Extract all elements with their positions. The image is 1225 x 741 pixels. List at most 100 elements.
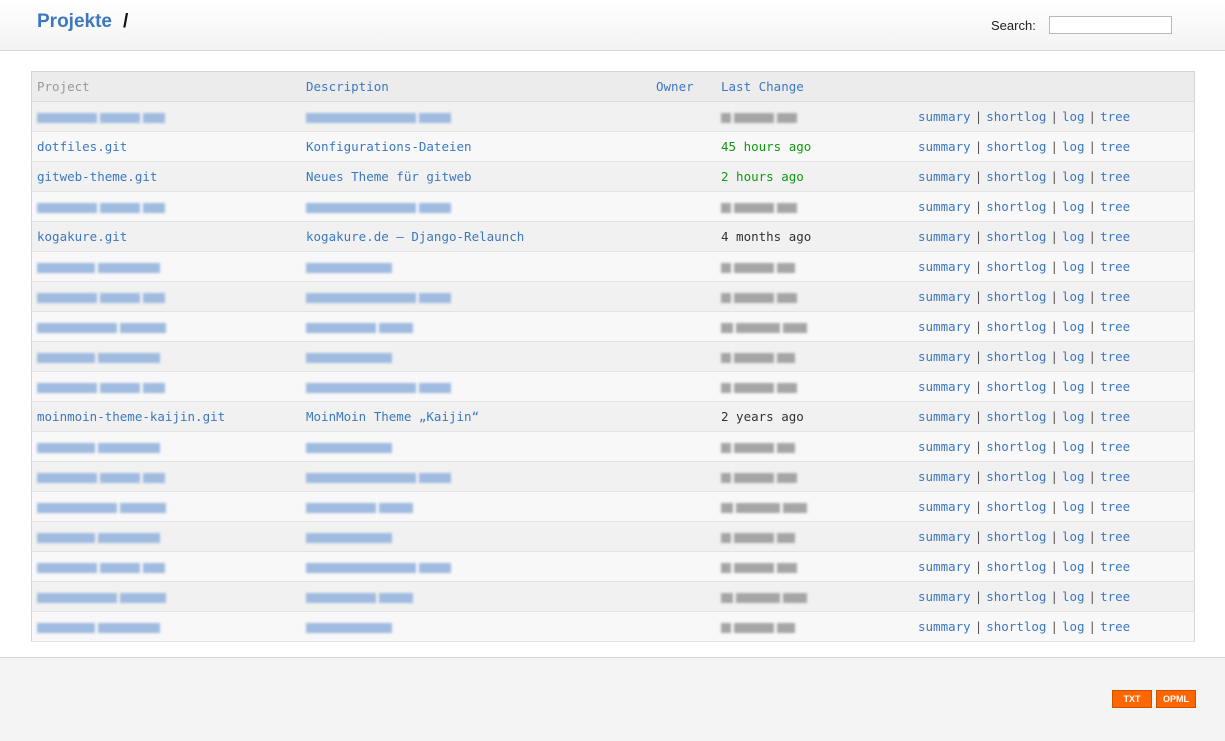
action-link-tree[interactable]: tree: [1100, 169, 1130, 184]
action-link-shortlog[interactable]: shortlog: [986, 619, 1046, 634]
action-link-log[interactable]: log: [1062, 589, 1085, 604]
action-link-log[interactable]: log: [1062, 559, 1085, 574]
action-link-log[interactable]: log: [1062, 109, 1085, 124]
action-link-summary[interactable]: summary: [918, 199, 971, 214]
action-separator: |: [1088, 589, 1097, 604]
action-separator: |: [974, 109, 983, 124]
action-separator: |: [1050, 439, 1058, 454]
action-link-summary[interactable]: summary: [918, 109, 971, 124]
action-link-summary[interactable]: summary: [918, 169, 971, 184]
action-link-summary[interactable]: summary: [918, 469, 971, 484]
action-link-log[interactable]: log: [1062, 409, 1085, 424]
project-description-link[interactable]: kogakure.de – Django-Relaunch: [306, 229, 524, 244]
action-link-summary[interactable]: summary: [918, 379, 971, 394]
action-link-summary[interactable]: summary: [918, 439, 971, 454]
action-link-log[interactable]: log: [1062, 529, 1085, 544]
action-link-log[interactable]: log: [1062, 319, 1085, 334]
opml-feed-button[interactable]: OPML: [1156, 690, 1196, 708]
action-link-shortlog[interactable]: shortlog: [986, 319, 1046, 334]
action-link-summary[interactable]: summary: [918, 259, 971, 274]
redacted-project-name: [37, 110, 168, 125]
action-link-log[interactable]: log: [1062, 469, 1085, 484]
action-link-tree[interactable]: tree: [1100, 619, 1130, 634]
action-link-shortlog[interactable]: shortlog: [986, 139, 1046, 154]
action-link-log[interactable]: log: [1062, 169, 1085, 184]
column-header-last-change[interactable]: Last Change: [716, 71, 862, 102]
last-change-age: 45 hours ago: [721, 139, 812, 154]
action-link-tree[interactable]: tree: [1100, 409, 1130, 424]
project-link[interactable]: gitweb-theme.git: [37, 169, 157, 184]
action-link-tree[interactable]: tree: [1100, 589, 1130, 604]
action-link-summary[interactable]: summary: [918, 559, 971, 574]
action-link-tree[interactable]: tree: [1100, 469, 1130, 484]
action-link-summary[interactable]: summary: [918, 349, 971, 364]
project-description-link[interactable]: Konfigurations-Dateien: [306, 139, 472, 154]
action-link-shortlog[interactable]: shortlog: [986, 439, 1046, 454]
action-link-tree[interactable]: tree: [1100, 379, 1130, 394]
action-link-log[interactable]: log: [1062, 349, 1085, 364]
action-link-shortlog[interactable]: shortlog: [986, 499, 1046, 514]
action-link-log[interactable]: log: [1062, 229, 1085, 244]
owner-cell: [651, 281, 716, 312]
action-link-summary[interactable]: summary: [918, 499, 971, 514]
action-link-shortlog[interactable]: shortlog: [986, 109, 1046, 124]
txt-feed-button[interactable]: TXT: [1112, 690, 1152, 708]
column-header-owner[interactable]: Owner: [651, 71, 716, 102]
action-link-log[interactable]: log: [1062, 439, 1085, 454]
projects-home-link[interactable]: Projekte: [37, 11, 112, 33]
search-input[interactable]: [1049, 16, 1172, 34]
action-link-summary[interactable]: summary: [918, 409, 971, 424]
action-link-shortlog[interactable]: shortlog: [986, 259, 1046, 274]
action-link-tree[interactable]: tree: [1100, 139, 1130, 154]
action-separator: |: [1088, 619, 1097, 634]
redacted-description: [306, 620, 395, 635]
action-link-tree[interactable]: tree: [1100, 289, 1130, 304]
project-link[interactable]: moinmoin-theme-kaijin.git: [37, 409, 225, 424]
action-link-log[interactable]: log: [1062, 139, 1085, 154]
action-link-log[interactable]: log: [1062, 379, 1085, 394]
action-link-shortlog[interactable]: shortlog: [986, 349, 1046, 364]
action-link-shortlog[interactable]: shortlog: [986, 169, 1046, 184]
action-link-tree[interactable]: tree: [1100, 259, 1130, 274]
action-link-summary[interactable]: summary: [918, 289, 971, 304]
action-link-summary[interactable]: summary: [918, 319, 971, 334]
action-link-shortlog[interactable]: shortlog: [986, 529, 1046, 544]
project-description-link[interactable]: MoinMoin Theme „Kaijin“: [306, 409, 479, 424]
action-link-shortlog[interactable]: shortlog: [986, 289, 1046, 304]
action-link-shortlog[interactable]: shortlog: [986, 589, 1046, 604]
row-actions: summary | shortlog | log | tree: [862, 521, 1195, 552]
action-link-tree[interactable]: tree: [1100, 499, 1130, 514]
action-link-shortlog[interactable]: shortlog: [986, 229, 1046, 244]
action-link-tree[interactable]: tree: [1100, 349, 1130, 364]
action-separator: |: [974, 439, 983, 454]
action-link-tree[interactable]: tree: [1100, 439, 1130, 454]
action-link-tree[interactable]: tree: [1100, 559, 1130, 574]
action-link-tree[interactable]: tree: [1100, 109, 1130, 124]
project-description-link[interactable]: Neues Theme für gitweb: [306, 169, 472, 184]
action-link-shortlog[interactable]: shortlog: [986, 409, 1046, 424]
project-link[interactable]: kogakure.git: [37, 229, 127, 244]
action-link-shortlog[interactable]: shortlog: [986, 199, 1046, 214]
action-link-summary[interactable]: summary: [918, 619, 971, 634]
project-link[interactable]: dotfiles.git: [37, 139, 127, 154]
column-header-description[interactable]: Description: [301, 71, 651, 102]
action-link-summary[interactable]: summary: [918, 589, 971, 604]
action-link-log[interactable]: log: [1062, 499, 1085, 514]
table-row: summary | shortlog | log | tree: [31, 341, 1195, 372]
action-link-tree[interactable]: tree: [1100, 229, 1130, 244]
action-link-summary[interactable]: summary: [918, 529, 971, 544]
action-link-shortlog[interactable]: shortlog: [986, 469, 1046, 484]
action-link-shortlog[interactable]: shortlog: [986, 559, 1046, 574]
action-link-log[interactable]: log: [1062, 259, 1085, 274]
action-link-log[interactable]: log: [1062, 289, 1085, 304]
action-link-summary[interactable]: summary: [918, 139, 971, 154]
owner-cell: [651, 581, 716, 612]
column-header-project[interactable]: Project: [31, 71, 301, 102]
action-link-tree[interactable]: tree: [1100, 529, 1130, 544]
action-link-log[interactable]: log: [1062, 199, 1085, 214]
action-link-shortlog[interactable]: shortlog: [986, 379, 1046, 394]
action-link-tree[interactable]: tree: [1100, 199, 1130, 214]
action-link-log[interactable]: log: [1062, 619, 1085, 634]
action-link-summary[interactable]: summary: [918, 229, 971, 244]
action-link-tree[interactable]: tree: [1100, 319, 1130, 334]
